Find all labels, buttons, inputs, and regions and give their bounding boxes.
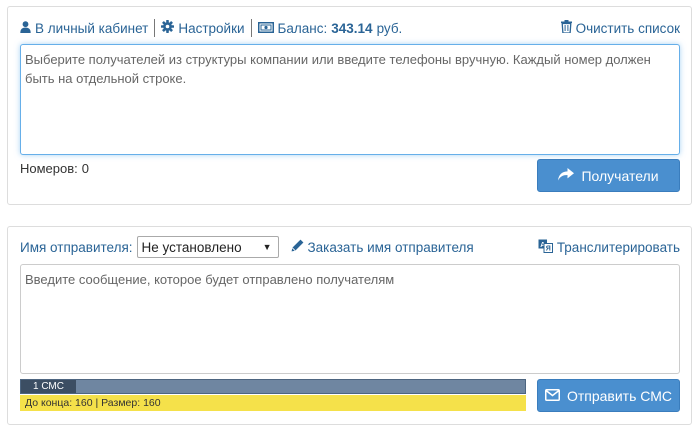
balance-value: 343.14 xyxy=(331,20,373,36)
user-icon xyxy=(20,20,31,36)
transliterate-label: Транслитерировать xyxy=(556,239,680,255)
numbers-count: Номеров: 0 xyxy=(20,161,89,176)
send-sms-label: Отправить СМС xyxy=(566,387,673,404)
svg-text:Я: Я xyxy=(546,245,551,252)
balance-link[interactable]: Баланс: 343.14 руб. xyxy=(257,20,403,36)
settings-label: Настройки xyxy=(178,20,245,36)
share-arrow-icon xyxy=(558,167,575,184)
order-sender-name-label: Заказать имя отправителя xyxy=(307,239,474,255)
header-bar: В личный кабинет Настройки Баланс: 343.1… xyxy=(20,18,680,38)
balance-label: Баланс: xyxy=(277,20,328,36)
separator xyxy=(250,19,252,37)
recipients-button[interactable]: Получатели xyxy=(537,159,680,192)
sender-row: Имя отправителя: Не установлено ▼ Заказа… xyxy=(20,236,680,258)
remaining-value: 160 xyxy=(75,397,93,409)
sms-count-bar: 1 СМС xyxy=(20,379,526,394)
sms-count-segment: 1 СМС xyxy=(21,380,76,393)
sms-length-info: До конца: 160 | Размер: 160 xyxy=(20,395,526,411)
remaining-label: До конца: xyxy=(25,397,73,409)
message-panel: Имя отправителя: Не установлено ▼ Заказа… xyxy=(7,226,692,425)
sender-name-select[interactable]: Не установлено ▼ xyxy=(136,236,279,258)
info-separator: | xyxy=(95,397,99,409)
size-label: Размер: xyxy=(101,397,141,409)
numbers-count-label: Номеров: xyxy=(20,161,78,176)
sender-name-label: Имя отправителя: xyxy=(20,239,133,255)
cabinet-link[interactable]: В личный кабинет xyxy=(20,21,148,36)
gear-icon xyxy=(161,20,175,36)
trash-icon xyxy=(560,20,572,36)
order-sender-name-link[interactable]: Заказать имя отправителя xyxy=(291,239,474,255)
sender-name-selected: Не установлено xyxy=(141,239,242,255)
send-sms-button[interactable]: Отправить СМС xyxy=(537,379,680,412)
translate-icon: AЯ xyxy=(538,239,553,256)
recipients-button-label: Получатели xyxy=(581,167,659,184)
clear-list-link[interactable]: Очистить список xyxy=(560,20,680,36)
recipients-input[interactable] xyxy=(20,44,680,155)
balance-currency: руб. xyxy=(376,20,403,36)
pencil-icon xyxy=(291,239,304,255)
cabinet-label: В личный кабинет xyxy=(35,20,149,36)
money-icon xyxy=(257,21,274,36)
message-input[interactable] xyxy=(20,264,680,374)
clear-list-label: Очистить список xyxy=(575,20,680,36)
chevron-down-icon: ▼ xyxy=(262,242,272,252)
numbers-count-value: 0 xyxy=(81,161,89,176)
settings-link[interactable]: Настройки xyxy=(161,20,245,36)
recipients-panel: В личный кабинет Настройки Баланс: 343.1… xyxy=(7,6,692,205)
envelope-icon xyxy=(544,388,560,404)
separator xyxy=(154,19,156,37)
size-value: 160 xyxy=(143,397,161,409)
transliterate-link[interactable]: AЯ Транслитерировать xyxy=(538,239,680,256)
